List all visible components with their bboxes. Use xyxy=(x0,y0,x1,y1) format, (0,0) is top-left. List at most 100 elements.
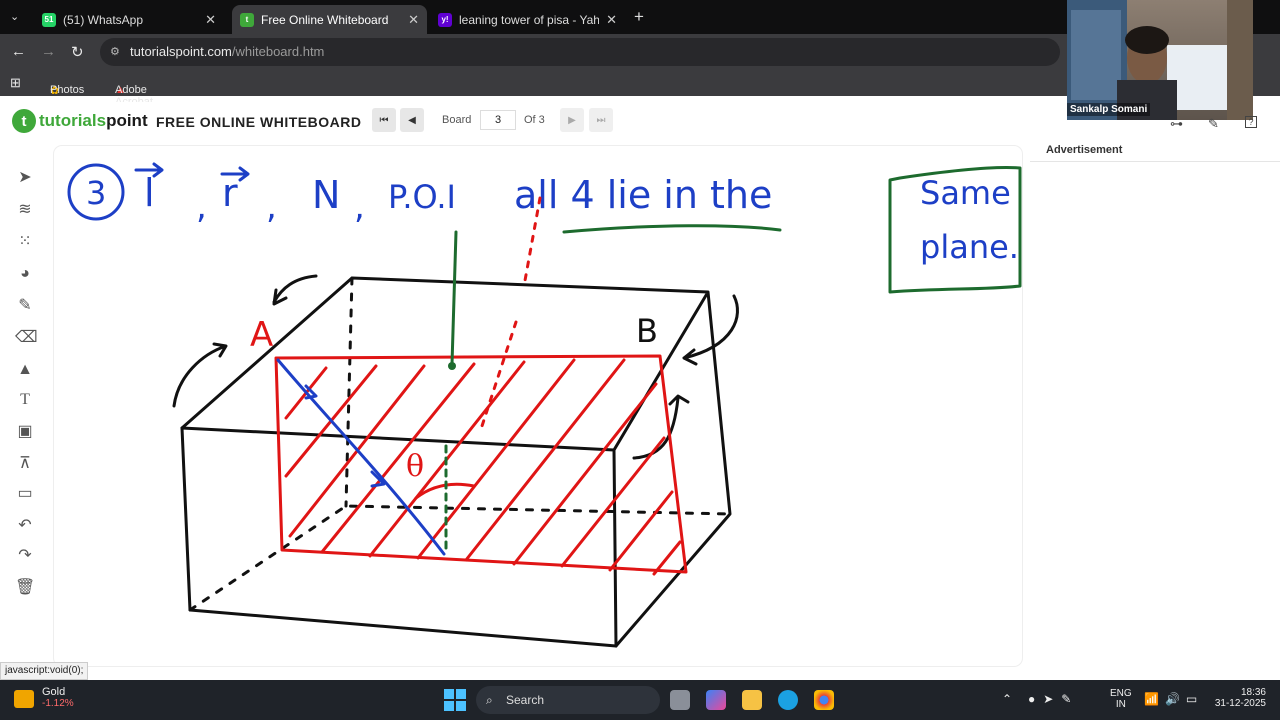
svg-text:,: , xyxy=(266,187,277,227)
seq-r: r xyxy=(222,171,238,215)
box-front-face xyxy=(180,426,618,648)
taskbar: Gold -1.12% ⌕ Search ⌃ ●➤✎ ENG IN 📶🔊▭ 18:3… xyxy=(0,680,1280,720)
url-field[interactable]: ⚙ tutorialspoint.com/whiteboard.htm xyxy=(100,38,1060,66)
edge-icon[interactable] xyxy=(778,690,798,710)
tab-yahoo[interactable]: y! leaning tower of pisa - Yahoo In ✕ xyxy=(430,5,625,34)
tutorialspoint-icon: t xyxy=(240,12,254,27)
participant-video-frame xyxy=(1067,0,1253,120)
undo-icon[interactable]: ↶ xyxy=(15,516,35,536)
gold-widget[interactable]: Gold -1.12% xyxy=(14,686,74,709)
status-bar-link-preview: javascript:void(0); xyxy=(0,662,89,680)
gold-icon xyxy=(14,690,34,708)
label-b: B xyxy=(636,312,658,350)
start-button[interactable] xyxy=(444,689,466,711)
pen-tool-icon[interactable]: ✎ xyxy=(15,296,35,316)
red-normal-dotted xyxy=(480,196,542,428)
grid-tool-icon[interactable]: ⁙ xyxy=(15,232,35,252)
layers-tool-icon[interactable]: ≋ xyxy=(15,200,35,220)
tab-title: leaning tower of pisa - Yahoo In xyxy=(459,12,599,27)
svg-text:,: , xyxy=(196,187,207,227)
last-board-button[interactable]: ⏭ xyxy=(589,108,613,132)
first-board-button[interactable]: ⏮ xyxy=(372,108,396,132)
select-tool-icon[interactable]: ➤ xyxy=(15,168,35,188)
url-path: /whiteboard.htm xyxy=(231,44,325,59)
whiteboard-title: FREE ONLINE WHITEBOARD xyxy=(156,114,362,130)
tab-title: Free Online Whiteboard xyxy=(261,12,389,27)
heading-sequence: l , r , N , P.O.I all 4 lie in the Same … xyxy=(144,171,1019,266)
tab-whiteboard[interactable]: t Free Online Whiteboard ✕ xyxy=(232,5,427,34)
clock[interactable]: 18:36 31-12-2025 xyxy=(1210,687,1266,709)
search-icon: ⌕ xyxy=(486,693,493,707)
whiteboard-drawing: 3 l , r , N , P.O.I all 4 lie in the Sam… xyxy=(67,162,1022,648)
windows-icon xyxy=(444,689,454,699)
boxed-word-1: Same xyxy=(920,174,1011,212)
redo-icon[interactable]: ↷ xyxy=(15,546,35,566)
language-indicator[interactable]: ENG IN xyxy=(1110,688,1132,710)
screen-tool-icon[interactable]: ▭ xyxy=(15,484,35,504)
site-info-icon[interactable]: ⚙ xyxy=(110,38,120,66)
taskbar-search[interactable]: ⌕ Search xyxy=(476,686,660,714)
delete-icon[interactable]: 🗑 xyxy=(15,578,35,598)
seq-poi: P.O.I xyxy=(388,178,456,216)
underline-green xyxy=(562,224,782,234)
green-normal xyxy=(450,230,458,366)
url-host: tutorialspoint.com xyxy=(130,44,232,59)
close-tab-icon[interactable]: ✕ xyxy=(205,12,216,28)
help-icon[interactable]: ? xyxy=(1245,116,1257,128)
arrow-top-left xyxy=(272,274,318,306)
board-label: Board xyxy=(442,114,472,126)
tab-whatsapp[interactable]: 51 (51) WhatsApp ✕ xyxy=(34,5,224,34)
presentation-tool-icon[interactable]: ⊼ xyxy=(15,454,35,474)
copilot-icon[interactable] xyxy=(706,690,726,710)
file-explorer-icon[interactable] xyxy=(742,690,762,710)
red-hatching xyxy=(284,358,682,576)
edit-icon[interactable]: ✎ xyxy=(1208,116,1219,132)
tab-search-icon[interactable]: ⌄ xyxy=(10,10,19,23)
tray-chevron-icon[interactable]: ⌃ xyxy=(1002,692,1012,706)
seq-l: l xyxy=(144,171,155,215)
advertisement-area[interactable] xyxy=(1030,163,1280,680)
board-total: Of 3 xyxy=(524,114,545,126)
chrome-icon[interactable] xyxy=(814,690,834,710)
tab-title: (51) WhatsApp xyxy=(63,12,144,27)
task-view-icon[interactable] xyxy=(670,690,690,710)
next-board-button[interactable]: ▶ xyxy=(560,108,584,132)
close-tab-icon[interactable]: ✕ xyxy=(408,12,419,28)
wifi-sound-battery-icons[interactable]: 📶🔊▭ xyxy=(1144,692,1203,706)
whiteboard-header: t tutorials point FREE ONLINE WHITEBOARD … xyxy=(0,102,1030,140)
tutorialspoint-logo-icon: t xyxy=(12,109,36,133)
toolbar: ➤ ≋ ⁙ ◕ ✎ ⌫ ▲ T ▣ ⊼ ▭ ↶ ↷ 🗑 xyxy=(0,140,50,670)
shapes-tool-icon[interactable]: ▲ xyxy=(15,360,35,380)
label-a: A xyxy=(250,315,273,355)
heading-phrase: all 4 lie in the xyxy=(514,173,772,217)
new-tab-button[interactable]: + xyxy=(634,7,644,27)
tray-icons[interactable]: ●➤✎ xyxy=(1028,692,1079,706)
label-theta: θ xyxy=(406,449,424,484)
tutorialspoint-logo[interactable]: t tutorials point xyxy=(12,109,148,133)
apps-grid-icon[interactable]: ⊞ xyxy=(10,75,21,91)
back-icon[interactable]: ← xyxy=(11,43,26,60)
whatsapp-icon: 51 xyxy=(42,12,56,27)
share-icon[interactable]: ⊶ xyxy=(1170,116,1183,132)
close-tab-icon[interactable]: ✕ xyxy=(606,12,617,28)
green-normal-point xyxy=(448,362,456,370)
board-number-input[interactable]: 3 xyxy=(480,110,516,130)
yahoo-icon: y! xyxy=(438,12,452,27)
eraser-tool-icon[interactable]: ⌫ xyxy=(15,328,38,348)
svg-text:,: , xyxy=(354,187,365,227)
participant-video: Sankalp Somani xyxy=(1067,0,1253,120)
circled-number-text: 3 xyxy=(86,174,106,212)
forward-icon[interactable]: → xyxy=(41,43,56,60)
seq-n: N xyxy=(312,173,340,217)
boxed-word-2: plane. xyxy=(920,228,1019,266)
reload-icon[interactable]: ↻ xyxy=(71,43,84,61)
palette-tool-icon[interactable]: ◕ xyxy=(15,264,35,284)
participant-name: Sankalp Somani xyxy=(1067,103,1151,116)
whiteboard-canvas[interactable]: 3 l , r , N , P.O.I all 4 lie in the Sam… xyxy=(54,146,1022,666)
widget-value: -1.12% xyxy=(42,698,74,709)
text-tool-icon[interactable]: T xyxy=(15,390,35,410)
widget-title: Gold xyxy=(42,686,66,698)
image-tool-icon[interactable]: ▣ xyxy=(15,422,35,442)
prev-board-button[interactable]: ◀ xyxy=(400,108,424,132)
advertisement-label: Advertisement xyxy=(1030,140,1280,162)
